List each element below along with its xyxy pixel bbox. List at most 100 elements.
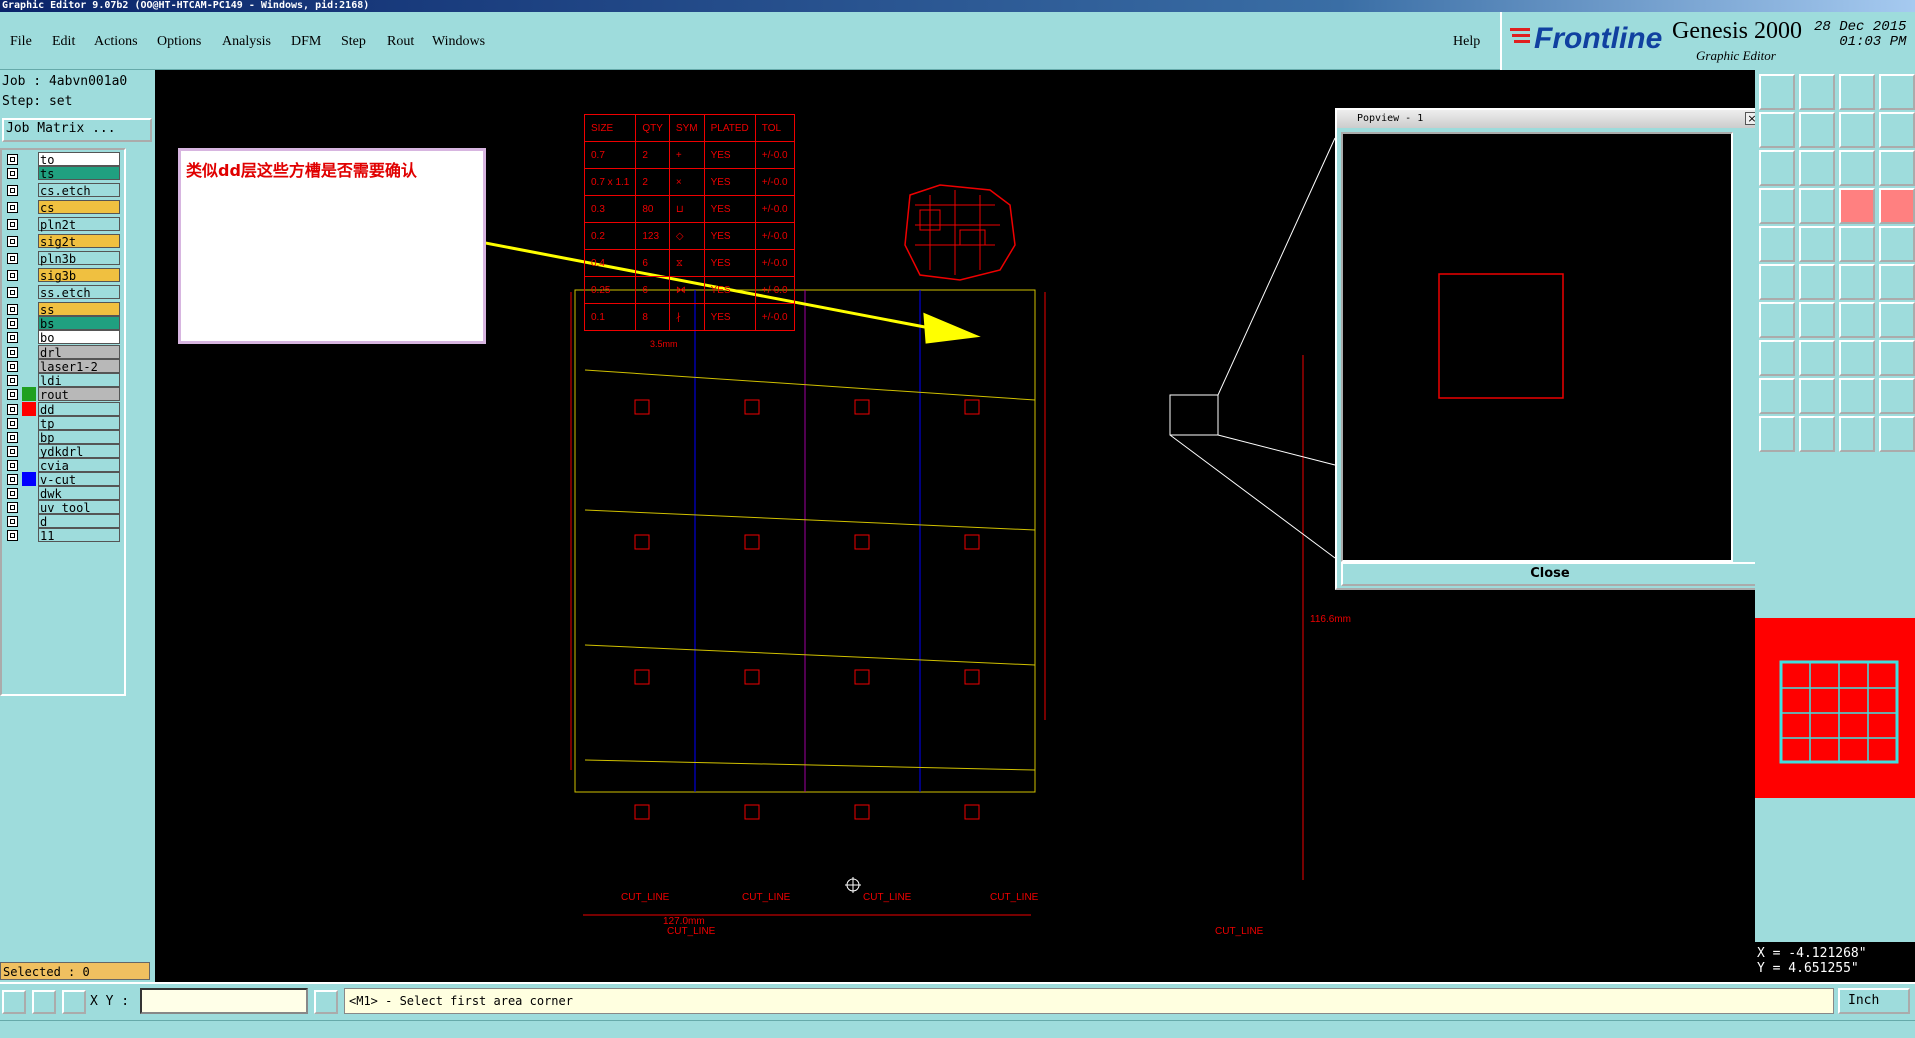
layer-row-pln3b[interactable]: pln3b	[2, 251, 122, 266]
layer-row-cvia[interactable]: cvia	[2, 458, 122, 473]
info-icon[interactable]	[314, 990, 338, 1014]
layer-row-to[interactable]: to	[2, 152, 122, 167]
help-icon[interactable]	[1879, 150, 1915, 186]
layer-row-ts[interactable]: ts	[2, 166, 122, 181]
open-icon[interactable]	[1759, 74, 1795, 110]
menu-file[interactable]: File	[10, 34, 32, 50]
cross-icon[interactable]	[1799, 264, 1835, 300]
save-icon[interactable]	[1799, 74, 1835, 110]
line-icon[interactable]	[1799, 302, 1835, 338]
layer-name[interactable]: bo	[38, 330, 120, 345]
measure-mode-icon[interactable]	[32, 990, 56, 1014]
close-button[interactable]: Close	[1341, 562, 1759, 586]
insert-icon[interactable]	[1839, 340, 1875, 376]
layer-row-11[interactable]: 11	[2, 528, 122, 543]
filter-icon[interactable]	[1879, 302, 1915, 338]
menu-analysis[interactable]: Analysis	[222, 34, 271, 50]
layer-checkbox[interactable]	[7, 404, 18, 415]
hline-icon[interactable]	[1799, 340, 1835, 376]
layer-row-pln2t[interactable]: pln2t	[2, 217, 122, 232]
xy-input[interactable]	[140, 988, 308, 1014]
layer-name[interactable]: tp	[38, 416, 120, 431]
pointer-c-icon[interactable]	[1839, 416, 1875, 452]
layer-name[interactable]: to	[38, 152, 120, 167]
layer-checkbox[interactable]	[7, 185, 18, 196]
layer-name[interactable]: ss	[38, 302, 120, 317]
layer-checkbox[interactable]	[7, 361, 18, 372]
layer-row-tp[interactable]: tp	[2, 416, 122, 431]
layer-row-uv_tool[interactable]: uv_tool	[2, 500, 122, 515]
layer-name[interactable]: uv_tool	[38, 500, 120, 515]
move-icon[interactable]	[1799, 112, 1835, 148]
menu-step[interactable]: Step	[341, 34, 366, 50]
layer-row-d[interactable]: d	[2, 514, 122, 529]
pen-icon[interactable]	[1759, 226, 1795, 262]
layer-name[interactable]: ss.etch	[38, 285, 120, 300]
menu-rout[interactable]: Rout	[387, 34, 414, 50]
layer-row-drl[interactable]: drl	[2, 345, 122, 360]
layer-row-rout[interactable]: rout	[2, 387, 122, 402]
mirror-icon[interactable]	[1839, 112, 1875, 148]
menu-options[interactable]: Options	[157, 34, 201, 50]
layer-name[interactable]: v-cut	[38, 472, 120, 487]
layer-name[interactable]: pln2t	[38, 217, 120, 232]
layer-name[interactable]: sig3b	[38, 268, 120, 283]
layer-row-cs[interactable]: cs	[2, 200, 122, 215]
slash-icon[interactable]	[1759, 302, 1795, 338]
layer-name[interactable]: ldi	[38, 373, 120, 388]
layer-name[interactable]: bp	[38, 430, 120, 445]
layer-row-ss.etch[interactable]: ss.etch	[2, 285, 122, 300]
grid-mode-icon[interactable]	[62, 990, 86, 1014]
layer-checkbox[interactable]	[7, 516, 18, 527]
popview-viewport[interactable]	[1341, 132, 1733, 562]
pad-icon[interactable]	[1759, 340, 1795, 376]
menu-windows[interactable]: Windows	[432, 34, 485, 50]
overview-map[interactable]	[1755, 618, 1915, 798]
line-b-icon[interactable]	[1879, 264, 1915, 300]
poly-icon[interactable]	[1839, 378, 1875, 414]
layer-name[interactable]: d	[38, 514, 120, 529]
layer-checkbox[interactable]	[7, 304, 18, 315]
layer-checkbox[interactable]	[7, 236, 18, 247]
layer-checkbox[interactable]	[7, 318, 18, 329]
layer-checkbox[interactable]	[7, 154, 18, 165]
layer-name[interactable]: drl	[38, 345, 120, 360]
menu-actions[interactable]: Actions	[94, 34, 138, 50]
layer-checkbox[interactable]	[7, 389, 18, 400]
layer-row-ss[interactable]: ss	[2, 302, 122, 317]
layer-row-sig3b[interactable]: sig3b	[2, 268, 122, 283]
layer-checkbox[interactable]	[7, 418, 18, 429]
undo-icon[interactable]	[1839, 302, 1875, 338]
layer-checkbox[interactable]	[7, 332, 18, 343]
layer-checkbox[interactable]	[7, 460, 18, 471]
netlist-icon[interactable]	[1759, 188, 1795, 224]
layer-checkbox[interactable]	[7, 502, 18, 513]
layer-name[interactable]: dwk	[38, 486, 120, 501]
layer-checkbox[interactable]	[7, 375, 18, 386]
layer-checkbox[interactable]	[7, 253, 18, 264]
layer-name[interactable]: cs.etch	[38, 183, 120, 198]
layer-checkbox[interactable]	[7, 446, 18, 457]
layer-checkbox[interactable]	[7, 219, 18, 230]
layer-checkbox[interactable]	[7, 168, 18, 179]
layer-name[interactable]: ts	[38, 166, 120, 181]
layer-checkbox[interactable]	[7, 530, 18, 541]
arc-icon[interactable]	[1759, 378, 1795, 414]
line-a-icon[interactable]	[1839, 264, 1875, 300]
layer-checkbox[interactable]	[7, 488, 18, 499]
layer-row-bp[interactable]: bp	[2, 430, 122, 445]
layer-row-laser1-2[interactable]: laser1-2	[2, 359, 122, 374]
layer-name[interactable]: laser1-2	[38, 359, 120, 374]
layer-row-ydkdrl[interactable]: ydkdrl	[2, 444, 122, 459]
pointer-b-icon[interactable]	[1799, 416, 1835, 452]
home-icon[interactable]	[1839, 74, 1875, 110]
layer-name[interactable]: sig2t	[38, 234, 120, 249]
pointer-icon[interactable]	[1759, 416, 1795, 452]
layout-icon[interactable]	[1879, 74, 1915, 110]
layer-checkbox[interactable]	[7, 287, 18, 298]
layer-name[interactable]: 11	[38, 528, 120, 543]
menu-edit[interactable]: Edit	[52, 34, 75, 50]
ruler-icon[interactable]	[1839, 226, 1875, 262]
layer-row-bs[interactable]: bs	[2, 316, 122, 331]
circle-icon[interactable]	[1879, 226, 1915, 262]
